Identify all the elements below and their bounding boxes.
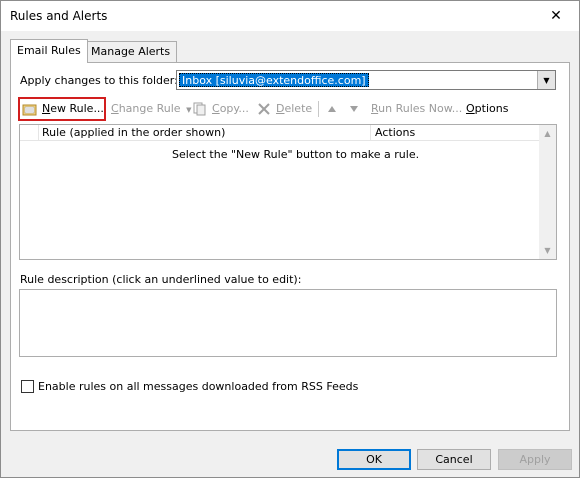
rules-and-alerts-dialog: Rules and Alerts ✕ Email Rules Manage Al… <box>0 0 580 478</box>
rss-rules-checkbox[interactable] <box>21 380 34 393</box>
close-button[interactable]: ✕ <box>533 1 579 31</box>
options-label: Options <box>466 102 509 115</box>
change-rule-label: Change Rule <box>111 102 181 115</box>
rule-description-box[interactable] <box>19 289 557 357</box>
apply-button[interactable]: Apply <box>498 449 572 470</box>
column-header-actions[interactable]: Actions <box>375 126 415 140</box>
chevron-down-icon: ▼ <box>186 106 192 114</box>
rules-list-scrollbar[interactable]: ▲ ▼ <box>539 125 556 259</box>
delete-label: Delete <box>276 102 313 115</box>
rules-list-header: Rule (applied in the order shown) Action… <box>20 125 539 141</box>
tab-email-rules[interactable]: Email Rules <box>10 39 88 63</box>
empty-list-message: Select the "New Rule" button to make a r… <box>172 148 420 161</box>
dialog-footer <box>1 439 579 477</box>
title-bar: Rules and Alerts ✕ <box>1 1 579 31</box>
folder-label: Apply changes to this folder: <box>20 74 178 87</box>
options-button[interactable]: Options <box>466 101 508 117</box>
change-rule-button[interactable]: Change Rule ▼ <box>111 101 191 117</box>
chevron-down-icon[interactable]: ▼ <box>537 71 555 89</box>
tab-manage-alerts[interactable]: Manage Alerts <box>84 41 178 62</box>
cancel-button[interactable]: Cancel <box>417 449 491 470</box>
folder-dropdown[interactable]: Inbox [siluvia@extendoffice.com] ▼ <box>176 70 556 90</box>
rss-rules-label[interactable]: Enable rules on all messages downloaded … <box>38 380 358 393</box>
column-divider <box>38 125 39 141</box>
arrow-up-icon <box>328 106 336 112</box>
run-rules-now-label: Run Rules Now... <box>371 102 463 115</box>
arrow-down-icon <box>350 106 358 112</box>
folder-selected-value: Inbox [siluvia@extendoffice.com] <box>179 73 369 87</box>
ok-button[interactable]: OK <box>337 449 411 470</box>
run-rules-now-button[interactable]: Run Rules Now... <box>371 101 462 117</box>
delete-icon <box>258 103 270 115</box>
window-title: Rules and Alerts <box>10 9 108 23</box>
copy-label: Copy... <box>212 102 249 115</box>
tab-email-rules-label: Email Rules <box>17 44 81 57</box>
column-header-rule[interactable]: Rule (applied in the order shown) <box>42 126 225 140</box>
tab-manage-alerts-label: Manage Alerts <box>91 45 171 58</box>
rules-list[interactable]: Rule (applied in the order shown) Action… <box>19 124 557 260</box>
toolbar-separator <box>318 101 319 117</box>
scroll-down-icon[interactable]: ▼ <box>539 242 556 259</box>
new-rule-label: New Rule... <box>42 102 104 115</box>
column-divider <box>370 125 371 141</box>
scroll-up-icon[interactable]: ▲ <box>539 125 556 142</box>
copy-icon <box>193 102 206 116</box>
new-rule-icon <box>22 104 37 116</box>
rule-description-label: Rule description (click an underlined va… <box>20 273 302 286</box>
close-icon: ✕ <box>550 8 562 24</box>
